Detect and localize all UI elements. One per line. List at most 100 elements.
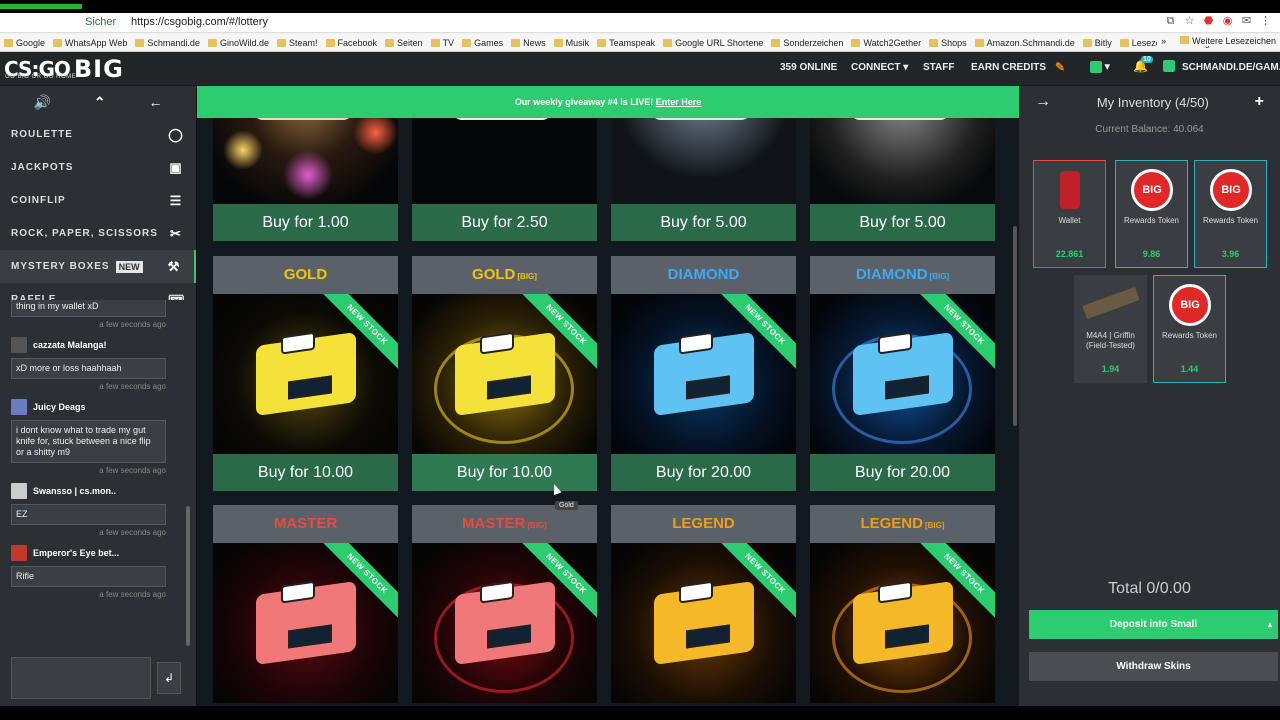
bookmark[interactable]: Steam! [276,38,318,48]
chat-send-button[interactable]: ↲ [157,662,181,694]
box-crate [253,118,353,120]
box-card: Buy for 5.00 [611,118,796,241]
enter-here-link[interactable]: Enter Here [656,97,702,107]
site-header: CS:GO GO BIG OR GO HOME BIG 359 ONLINE C… [0,52,1280,86]
avatar [11,337,27,353]
plus-icon[interactable]: + [1255,93,1264,111]
bookmark[interactable]: Facebook [325,38,377,48]
bookmark[interactable]: TV [430,38,454,48]
buy-button[interactable]: Buy for 5.00 [810,204,995,241]
menu-icon[interactable]: ⋮ [1259,15,1272,28]
connect-dropdown[interactable]: CONNECT ▾ [851,62,908,73]
box-card-gold: GOLD NEW STOCK Buy for 10.00 [213,256,398,491]
bookmark[interactable]: Teamspeak [597,38,655,48]
buy-button[interactable]: Buy for 2.50 [412,204,597,241]
bitly-icon [1082,38,1092,47]
bookmark[interactable]: Bitly [1082,38,1112,48]
watch2gether-icon [851,38,861,47]
box-crate [255,580,356,666]
box-card: Buy for 5.00 [810,118,995,241]
chevron-up-icon[interactable]: ▴ [1268,610,1272,639]
sidebar-item-coinflip[interactable]: COINFLIP ☰ [0,184,196,217]
inventory-item[interactable]: BIG Rewards Token 1.44 [1153,275,1226,383]
chevron-up-icon[interactable]: ⌃ [94,94,106,111]
rewards-token-icon: BIG [1131,169,1173,211]
box-image [611,118,796,204]
volume-icon[interactable]: 🔊 [33,94,50,111]
symbol-icon [771,38,781,47]
inventory-item[interactable]: M4A4 | Griffin (Field-Tested) 1.94 [1074,275,1147,383]
box-card: Buy for 1.00 [213,118,398,241]
bookmark[interactable]: Shops [929,38,967,48]
box-image [412,118,597,204]
bookmark[interactable]: News [511,38,546,48]
box-crate [454,331,555,417]
main-scrollbar[interactable] [1013,226,1017,426]
bookmark[interactable]: Seiten [385,38,423,48]
key-icon[interactable]: ✎ [1055,60,1065,74]
withdraw-skins-button[interactable]: Withdraw Skins [1029,652,1278,681]
folder-icon [385,38,395,47]
chat-scrollbar[interactable] [186,506,190,646]
buy-button[interactable]: Buy for 10.00 [213,454,398,491]
status-dropdown[interactable]: ▾ [1090,61,1110,73]
arrow-left-icon[interactable]: ← [149,94,163,110]
translate-icon[interactable]: ⧉ [1164,15,1177,28]
folder-icon [929,38,939,47]
earn-credits-link[interactable]: EARN CREDITS [971,62,1046,73]
bookmark[interactable]: Google [4,38,45,48]
bookmarks-more-button[interactable]: » [1161,36,1166,46]
deposit-button[interactable]: Deposit into Small ▴ [1029,610,1278,639]
bookmark[interactable]: Musik [553,38,589,48]
chat-input[interactable] [11,657,151,699]
bookmarks-bar: Google WhatsApp Web Schmandi.de GinoWild… [0,34,1280,52]
sidebar-item-jackpots[interactable]: JACKPOTS ▣ [0,151,196,184]
firework [223,130,263,170]
bookmark[interactable]: Schmandi.de [135,38,200,48]
sidebar-item-roulette[interactable]: ROULETTE ◯ [0,118,196,151]
bookmark[interactable]: Watch2Gether [851,38,921,48]
bookmark[interactable]: Games [462,38,503,48]
arrow-right-icon[interactable]: → [1035,93,1051,111]
inventory-item[interactable]: BIG Rewards Token 9.86 [1115,160,1188,268]
bookmark[interactable]: Google URL Shortene [663,38,763,48]
sidebar-item-rock-paper-scissors[interactable]: ROCK, PAPER, SCISSORS ✂ [0,217,196,250]
roulette-icon: ◯ [168,127,184,142]
url-text[interactable]: https://csgobig.com/#/lottery [131,16,268,28]
page-load-progress [0,4,82,9]
box-title: MASTER [BIG] [412,505,597,543]
box-image: NEW STOCK [213,294,398,454]
address-bar[interactable]: Sicher https://csgobig.com/#/lottery ⧉ ☆… [0,13,1280,33]
site-logo[interactable]: CS:GO GO BIG OR GO HOME BIG [4,55,124,83]
new-badge: NEW [115,260,143,273]
mystery-boxes-icon: ⚒ [167,259,181,274]
mail-icon[interactable]: ✉ [1240,15,1253,28]
box-image [810,118,995,204]
current-balance: Current Balance: 40.064 [1095,124,1204,135]
staff-link[interactable]: STAFF [923,62,954,73]
bookmark[interactable]: Sonderzeichen [771,38,843,48]
buy-button[interactable]: Buy for 10.00 [412,454,597,491]
chat-message-text: i dont know what to trade my gut knife f… [11,420,166,463]
chat-user: Swansso | cs.mon.. [0,483,196,499]
inventory-item[interactable]: Wallet 22.861 [1033,160,1106,268]
bookmark[interactable]: Amazon.Schmandi.de [974,38,1075,48]
buy-button[interactable]: Buy for 20.00 [611,454,796,491]
star-icon[interactable]: ☆ [1183,15,1196,28]
bookmark[interactable]: WhatsApp Web [53,38,127,48]
buy-button[interactable]: Buy for 20.00 [810,454,995,491]
box-image: NEW STOCK [412,294,597,454]
user-name[interactable]: SCHMANDI.DE/GAM... [1182,62,1280,73]
user-avatar[interactable] [1163,60,1175,72]
wallet-icon [1060,171,1080,209]
sidebar-item-mystery-boxes[interactable]: MYSTERY BOXES NEW ⚒ [0,250,196,283]
adblock-icon[interactable]: ⬣ [1202,15,1215,28]
buy-button[interactable]: Buy for 5.00 [611,204,796,241]
bookmark[interactable]: GinoWild.de [207,38,269,48]
other-bookmarks[interactable]: » Weitere Lesezeichen [1157,36,1276,46]
inventory-item[interactable]: BIG Rewards Token 3.96 [1194,160,1267,268]
extension-icon[interactable]: ◉ [1221,15,1234,28]
box-image: NEW STOCK [611,294,796,454]
buy-button[interactable]: Buy for 1.00 [213,204,398,241]
box-crate [452,118,552,120]
